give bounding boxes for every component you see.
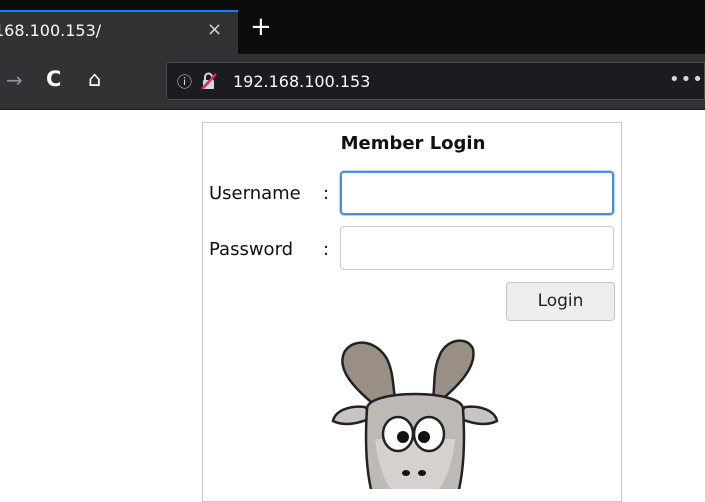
login-title: Member Login bbox=[340, 133, 486, 154]
close-icon[interactable]: × bbox=[207, 19, 222, 40]
new-tab-icon[interactable]: + bbox=[250, 14, 272, 40]
reload-icon[interactable]: C bbox=[46, 67, 61, 91]
login-button[interactable]: Login bbox=[506, 282, 615, 321]
info-icon[interactable]: ⓘ bbox=[177, 71, 192, 92]
url-text[interactable]: 192.168.100.153 bbox=[233, 72, 370, 91]
home-icon[interactable]: ⌂ bbox=[88, 67, 101, 91]
username-label: Username bbox=[209, 183, 301, 204]
insecure-lock-icon[interactable] bbox=[200, 72, 218, 90]
tab-title: 168.100.153/ bbox=[0, 21, 102, 40]
username-colon: : bbox=[323, 183, 330, 204]
password-colon: : bbox=[323, 239, 330, 260]
tab-active[interactable]: 168.100.153/ × bbox=[0, 10, 238, 54]
username-input[interactable] bbox=[340, 171, 614, 215]
tab-bar: 168.100.153/ × + bbox=[0, 0, 705, 54]
url-bar[interactable]: ⓘ 192.168.100.153 ••• bbox=[166, 62, 705, 100]
login-form: Member Login Username : Password : Login bbox=[202, 122, 622, 502]
more-actions-icon[interactable]: ••• bbox=[669, 69, 704, 90]
nav-bar: → C ⌂ ⓘ 192.168.100.153 ••• bbox=[0, 54, 705, 110]
password-label: Password bbox=[209, 239, 294, 260]
forward-arrow-icon[interactable]: → bbox=[6, 68, 23, 92]
goat-illustration bbox=[331, 339, 499, 489]
password-input[interactable] bbox=[340, 226, 614, 270]
